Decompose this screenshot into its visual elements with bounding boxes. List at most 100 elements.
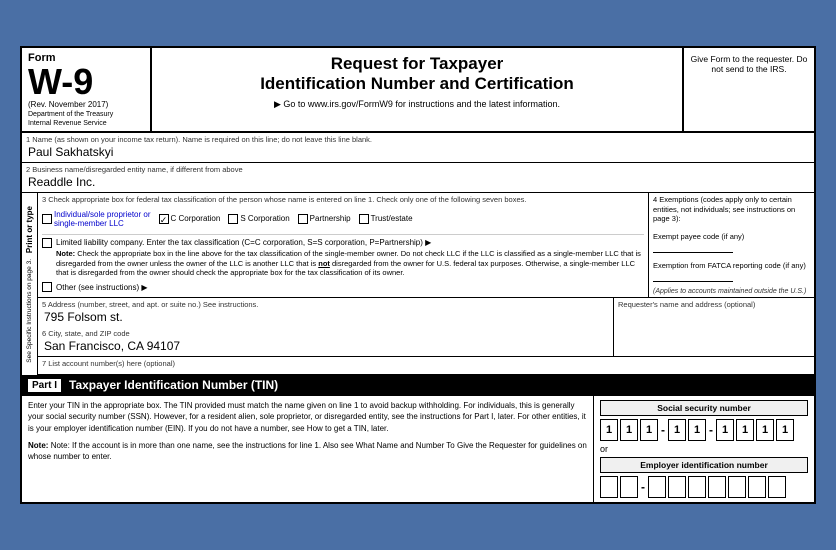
or-text: or (600, 444, 808, 454)
ein-box-2[interactable] (620, 476, 638, 498)
line5-label: 5 Address (number, street, and apt. or s… (42, 300, 609, 309)
s-corp-checkbox[interactable] (228, 214, 238, 224)
line1-value: Paul Sakhatskyi (26, 144, 810, 160)
c-corp-checkbox[interactable] (159, 214, 169, 224)
line2-label: 2 Business name/disregarded entity name,… (26, 165, 810, 174)
form-url-line: ▶ Go to www.irs.gov/FormW9 for instructi… (162, 99, 672, 110)
trust-label: Trust/estate (371, 214, 413, 223)
line2-section: 2 Business name/disregarded entity name,… (22, 163, 814, 193)
s-corp-label: S Corporation (240, 214, 289, 223)
rev-date: (Rev. November 2017) (28, 100, 144, 109)
tax-options-row: Individual/sole proprietor orsingle-memb… (42, 208, 644, 230)
ein-box-8[interactable] (748, 476, 766, 498)
ein-box-6[interactable] (708, 476, 726, 498)
line3-label: 3 Check appropriate box for federal tax … (42, 195, 644, 204)
ssn-box-4[interactable]: 1 (668, 419, 686, 441)
other-label: Other (see instructions) ▶ (56, 283, 148, 292)
exempt-payee-field[interactable] (653, 241, 733, 253)
llc-label: Limited liability company. Enter the tax… (56, 238, 644, 247)
ein-dash: - (640, 480, 646, 494)
ein-box-4[interactable] (668, 476, 686, 498)
line2-value: Readdle Inc. (26, 174, 810, 190)
ein-box-3[interactable] (648, 476, 666, 498)
part1-instructions: Enter your TIN in the appropriate box. T… (22, 396, 594, 502)
fatca-label: Exemption from FATCA reporting code (if … (653, 261, 810, 270)
ssn-box-2[interactable]: 1 (620, 419, 638, 441)
ssn-dash-1: - (660, 423, 666, 437)
part1-header: Part I Taxpayer Identification Number (T… (22, 375, 814, 395)
part1-body: Enter your TIN in the appropriate box. T… (22, 395, 814, 502)
partnership-label: Partnership (310, 214, 351, 223)
line1-section: 1 Name (as shown on your income tax retu… (22, 133, 814, 163)
llc-checkbox[interactable] (42, 238, 52, 248)
requester-label: Requester's name and address (optional) (618, 300, 810, 309)
dept1: Department of the Treasury (28, 111, 144, 118)
lines-3-4-block: Print or type See Specific Instructions … (22, 193, 814, 375)
ssn-box-3[interactable]: 1 (640, 419, 658, 441)
individual-label: Individual/sole proprietor orsingle-memb… (54, 210, 151, 228)
requester-block: Requester's name and address (optional) (614, 298, 814, 356)
fatca-field[interactable] (653, 270, 733, 282)
ssn-box-7[interactable]: 1 (736, 419, 754, 441)
checkbox-s-corp[interactable]: S Corporation (228, 214, 289, 224)
checkbox-partnership[interactable]: Partnership (298, 214, 351, 224)
form-id-block: Form W-9 (Rev. November 2017) Department… (22, 48, 152, 131)
ein-box-9[interactable] (768, 476, 786, 498)
line6-value: San Francisco, CA 94107 (42, 338, 609, 354)
ssn-box-6[interactable]: 1 (716, 419, 734, 441)
checkbox-trust[interactable]: Trust/estate (359, 214, 413, 224)
ssn-boxes: 1 1 1 - 1 1 - 1 1 1 1 (600, 419, 808, 441)
form-number: W-9 (28, 64, 144, 100)
other-row: Other (see instructions) ▶ (42, 280, 644, 294)
tax-class-left: 3 Check appropriate box for federal tax … (38, 193, 649, 297)
main-body: 3 Check appropriate box for federal tax … (38, 193, 814, 375)
other-checkbox[interactable] (42, 282, 52, 292)
ein-box-1[interactable] (600, 476, 618, 498)
ein-label: Employer identification number (600, 457, 808, 473)
exempt-payee-label: Exempt payee code (if any) (653, 232, 810, 241)
address-section: 5 Address (number, street, and apt. or s… (38, 298, 814, 357)
part1-tin-block: Social security number 1 1 1 - 1 1 - 1 1… (594, 396, 814, 502)
trust-checkbox[interactable] (359, 214, 369, 224)
ssn-box-1[interactable]: 1 (600, 419, 618, 441)
line6-label: 6 City, state, and ZIP code (42, 329, 609, 338)
form-title-line1: Request for Taxpayer (162, 54, 672, 74)
ein-box-5[interactable] (688, 476, 706, 498)
give-form-text: Give Form to the requester. Do not send … (684, 48, 814, 131)
form-title-block: Request for Taxpayer Identification Numb… (152, 48, 684, 131)
checkbox-individual[interactable]: Individual/sole proprietor orsingle-memb… (42, 210, 151, 228)
w9-form: Form W-9 (Rev. November 2017) Department… (20, 46, 816, 504)
exemptions-block: 4 Exemptions (codes apply only to certai… (649, 193, 814, 297)
ssn-box-9[interactable]: 1 (776, 419, 794, 441)
line5-value: 795 Folsom st. (42, 309, 609, 325)
fatca-note: (Applies to accounts maintained outside … (653, 288, 810, 295)
checkbox-c-corp[interactable]: C Corporation (159, 214, 221, 224)
part1-body-text: Enter your TIN in the appropriate box. T… (28, 400, 587, 434)
line1-label: 1 Name (as shown on your income tax retu… (26, 135, 810, 144)
side-label-block: Print or type See Specific Instructions … (22, 193, 38, 375)
ssn-box-8[interactable]: 1 (756, 419, 774, 441)
line7-label: 7 List account number(s) here (optional) (42, 359, 810, 368)
form-title-line2: Identification Number and Certification (162, 74, 672, 94)
tax-class-section: 3 Check appropriate box for federal tax … (38, 193, 814, 298)
ein-boxes: - (600, 476, 808, 498)
part1-title: Taxpayer Identification Number (TIN) (69, 378, 278, 392)
llc-note: Note: Check the appropriate box in the l… (56, 249, 644, 278)
ssn-label: Social security number (600, 400, 808, 416)
side-label-specific: See Specific Instructions on page 3. (26, 259, 33, 363)
exemptions-label: 4 Exemptions (codes apply only to certai… (653, 195, 810, 224)
side-label-print: Print or type (25, 206, 34, 253)
ein-box-7[interactable] (728, 476, 746, 498)
c-corp-label: C Corporation (171, 214, 221, 223)
individual-checkbox[interactable] (42, 214, 52, 224)
line7-section: 7 List account number(s) here (optional) (38, 357, 814, 375)
form-header: Form W-9 (Rev. November 2017) Department… (22, 48, 814, 133)
partnership-checkbox[interactable] (298, 214, 308, 224)
ssn-dash-2: - (708, 423, 714, 437)
dept2: Internal Revenue Service (28, 120, 144, 127)
llc-row: Limited liability company. Enter the tax… (42, 234, 644, 280)
part1-label: Part I (28, 379, 61, 392)
line5-6-block: 5 Address (number, street, and apt. or s… (38, 298, 614, 356)
part1-note: Note: Note: If the account is in more th… (28, 440, 587, 462)
ssn-box-5[interactable]: 1 (688, 419, 706, 441)
